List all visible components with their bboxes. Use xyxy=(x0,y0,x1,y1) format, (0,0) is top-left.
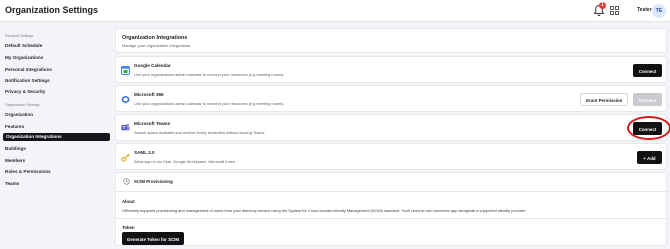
integration-description: Link your organizations admin calendar t… xyxy=(134,101,285,106)
sidebar-section-organization: Organization Settings xyxy=(5,103,40,107)
scim-about-label: About xyxy=(122,199,135,204)
page-title: Organization Settings xyxy=(5,5,99,15)
sidebar-item-buildings[interactable]: Buildings xyxy=(5,146,26,151)
integration-name: Microsoft 365 xyxy=(134,92,164,97)
integrations-header-card: Organization Integrations Manage your or… xyxy=(115,28,667,53)
scim-about-text: Officeship supports provisioning and man… xyxy=(122,208,527,213)
integration-name: Google Calendar xyxy=(134,63,171,68)
username[interactable]: Tester xyxy=(637,7,652,13)
scim-card: SCIM Provisioning About Officeship suppo… xyxy=(115,172,668,246)
key-icon xyxy=(121,153,130,162)
integration-description: Link your organizations admin calendar t… xyxy=(134,72,285,77)
sidebar: Personal Settings Default Schedule My Or… xyxy=(0,22,112,249)
integration-description: Search space available and receive timel… xyxy=(134,130,266,135)
integration-name: SAML 2.0 xyxy=(134,150,155,155)
microsoft-365-connect-button[interactable]: Connect xyxy=(633,93,662,106)
notification-badge: 1 xyxy=(599,2,606,9)
sidebar-item-personal-integrations[interactable]: Personal Integrations xyxy=(5,67,52,72)
main-content: Organization Integrations Manage your or… xyxy=(115,28,670,246)
sidebar-section-personal: Personal Settings xyxy=(5,34,34,38)
microsoft-365-icon xyxy=(121,95,130,104)
integration-row-saml: SAML 2.0 Allow sign in via Okta, Google … xyxy=(115,143,667,170)
sidebar-item-organization[interactable]: Organization xyxy=(5,112,33,117)
top-bar: Organization Settings 1 Tester TE xyxy=(0,0,670,22)
integration-row-google-calendar: Google Calendar Link your organizations … xyxy=(115,56,667,83)
scim-divider xyxy=(116,191,668,192)
saml-add-button[interactable]: + Add xyxy=(637,151,662,164)
integration-row-microsoft-365: Microsoft 365 Link your organizations ad… xyxy=(115,85,667,112)
sidebar-item-teams[interactable]: Teams xyxy=(5,181,19,186)
integration-description: Allow sign in via Okta, Google Workspace… xyxy=(134,159,236,164)
sidebar-item-organization-integrations[interactable]: Organization Integrations xyxy=(3,133,110,141)
highlight-annotation xyxy=(627,116,670,140)
sidebar-item-notification-settings[interactable]: Notification Settings xyxy=(5,78,50,83)
scim-divider xyxy=(116,218,668,219)
scim-token-label: Token xyxy=(122,225,135,230)
google-calendar-connect-button[interactable]: Connect xyxy=(633,64,662,77)
apps-grid-icon[interactable] xyxy=(610,6,619,15)
generate-token-button[interactable]: Generate Token for SCIM xyxy=(122,232,184,245)
sidebar-item-default-schedule[interactable]: Default Schedule xyxy=(5,43,42,48)
section-subtitle: Manage your organization integrations. xyxy=(122,43,192,48)
sidebar-item-my-organizations[interactable]: My Organizations xyxy=(5,55,43,60)
sidebar-item-roles-permissions[interactable]: Roles & Permissions xyxy=(5,169,51,174)
scim-title: SCIM Provisioning xyxy=(134,179,173,184)
google-calendar-icon xyxy=(121,66,130,75)
microsoft-teams-icon xyxy=(121,123,130,131)
sidebar-item-privacy-security[interactable]: Privacy & Security xyxy=(5,89,45,94)
scim-icon xyxy=(123,178,130,185)
sidebar-item-members[interactable]: Members xyxy=(5,158,25,163)
integration-row-microsoft-teams: Microsoft Teams Search space available a… xyxy=(115,114,667,141)
sidebar-item-features[interactable]: Features xyxy=(5,124,24,129)
integration-name: Microsoft Teams xyxy=(134,121,171,126)
grant-permission-button[interactable]: Grant Permission xyxy=(580,93,628,106)
section-title: Organization Integrations xyxy=(122,35,188,41)
avatar[interactable]: TE xyxy=(652,4,666,18)
